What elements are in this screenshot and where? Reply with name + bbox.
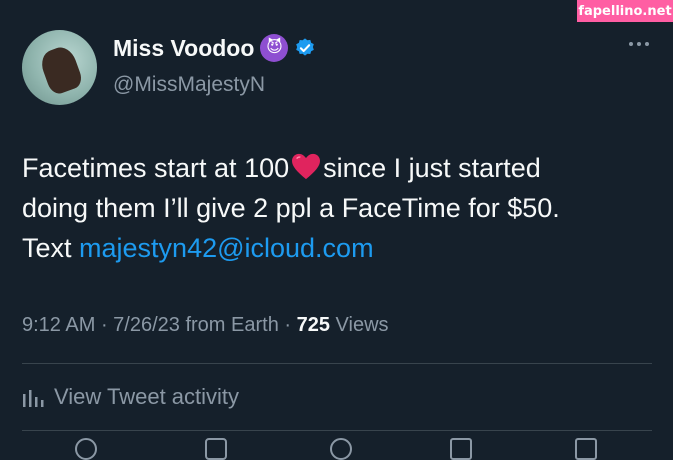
tweet-text-part: since I just started — [323, 153, 541, 183]
bookmark-icon[interactable] — [450, 438, 472, 460]
more-options-icon[interactable] — [629, 42, 649, 46]
retweet-icon[interactable] — [205, 438, 227, 460]
share-icon[interactable] — [575, 438, 597, 460]
verified-badge-icon[interactable] — [294, 37, 316, 59]
view-tweet-activity-label: View Tweet activity — [54, 384, 240, 409]
tweet-line-2: doing them I’ll give 2 ppl a FaceTime fo… — [22, 193, 560, 223]
tweet-text-part: Facetimes start at 100 — [22, 153, 290, 183]
meta-separator: · — [278, 314, 297, 336]
views-label: Views — [329, 314, 389, 336]
tweet-line-3: Text majestyn42@icloud.com — [22, 228, 652, 268]
devil-emoji-icon: 😈 — [260, 34, 289, 62]
author-name-row[interactable]: Miss Voodoo 😈 — [113, 34, 316, 62]
tweet-line-1: Facetimes start at 100 since I just start… — [22, 148, 652, 188]
like-icon[interactable] — [330, 438, 352, 460]
tweet-text-part: Text — [22, 233, 80, 263]
tweet-source: from Earth — [179, 314, 279, 336]
tweet-text: Facetimes start at 100 since I just start… — [22, 148, 652, 268]
red-heart-icon — [292, 153, 321, 180]
reply-icon[interactable] — [75, 438, 97, 460]
tweet-actions — [0, 438, 673, 460]
view-tweet-activity-button[interactable]: View Tweet activity — [22, 384, 239, 410]
divider — [22, 363, 652, 364]
analytics-bars-icon — [23, 390, 44, 407]
views-count: 725 — [296, 314, 330, 336]
divider — [22, 430, 652, 431]
avatar[interactable] — [22, 30, 97, 105]
display-name[interactable]: Miss Voodoo — [113, 35, 254, 62]
meta-separator: · — [95, 314, 114, 336]
tweet-meta: 9:12 AM · 7/26/23 from Earth · 725 Views — [22, 314, 389, 337]
tweet-time[interactable]: 9:12 AM — [22, 314, 95, 336]
avatar-figure — [37, 43, 85, 97]
tweet-date[interactable]: 7/26/23 — [113, 314, 180, 336]
author-handle[interactable]: @MissMajestyN — [113, 73, 265, 97]
watermark: fapellino.net — [577, 0, 673, 22]
email-link[interactable]: majestyn42@icloud.com — [79, 233, 374, 263]
